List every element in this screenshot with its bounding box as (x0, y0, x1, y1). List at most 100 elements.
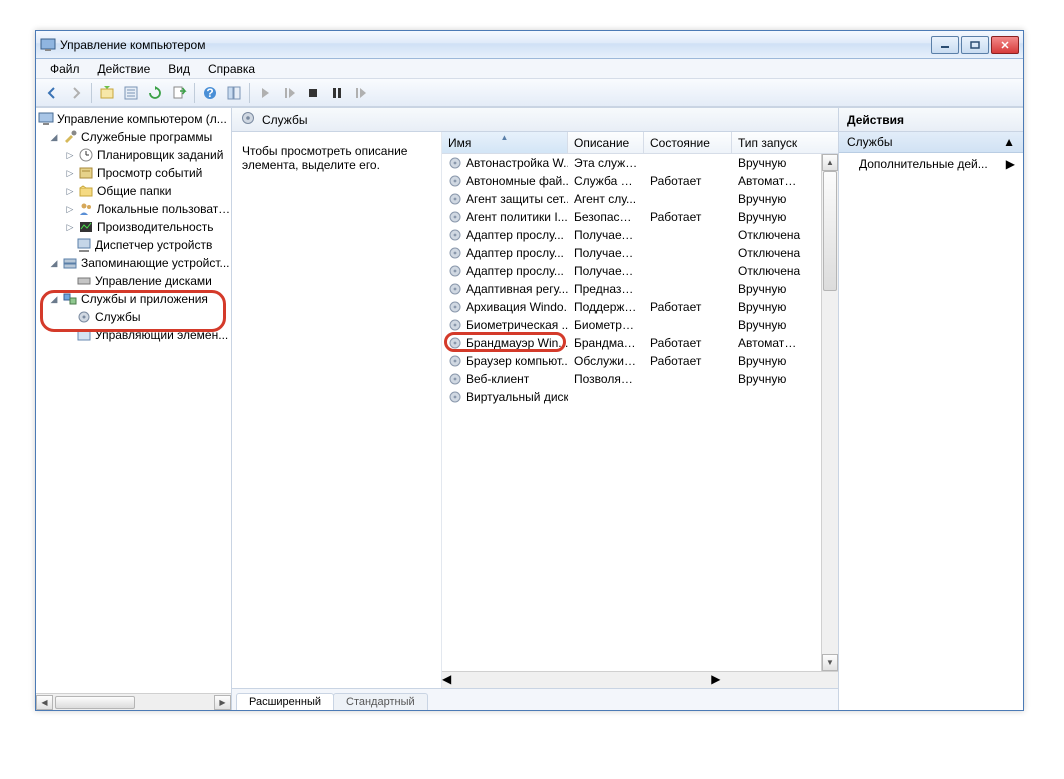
tree-storage[interactable]: ◢ Запоминающие устройст... (36, 254, 231, 272)
list-hscroll[interactable]: ◀ ▶ (442, 671, 838, 688)
menu-view[interactable]: Вид (160, 60, 198, 78)
service-row[interactable]: Автонастройка W...Эта служб...Вручную (442, 154, 838, 172)
service-name: Архивация Windo... (466, 300, 568, 314)
service-row[interactable]: Адаптер прослу...Получает ...Отключена (442, 262, 838, 280)
list-body[interactable]: Автонастройка W...Эта служб...ВручнуюАвт… (442, 154, 838, 671)
tree-disks[interactable]: Управление дисками (36, 272, 231, 290)
tree-scheduler[interactable]: ▷ Планировщик заданий (36, 146, 231, 164)
list-vscroll[interactable]: ▲ ▼ (821, 154, 838, 671)
wmi-icon (76, 327, 92, 343)
tree-shared[interactable]: ▷ Общие папки (36, 182, 231, 200)
service-state: Работает (644, 300, 732, 314)
menu-help[interactable]: Справка (200, 60, 263, 78)
tree-hscroll[interactable]: ◀ ▶ (36, 693, 231, 710)
service-row[interactable]: Агент защиты сет...Агент слу...Вручную (442, 190, 838, 208)
actions-group[interactable]: Службы ▲ (839, 132, 1023, 153)
tree-services[interactable]: Службы (36, 308, 231, 326)
tree-item-label: Диспетчер устройств (95, 238, 212, 252)
service-desc: Получает ... (568, 264, 644, 278)
pause-start-button[interactable] (277, 82, 301, 104)
show-hide-button[interactable] (222, 82, 246, 104)
description-text: Чтобы просмотреть описание элемента, выд… (242, 144, 431, 172)
service-row[interactable]: Агент политики I...Безопасно...РаботаетВ… (442, 208, 838, 226)
stop-service-button[interactable] (301, 82, 325, 104)
scroll-left-icon[interactable]: ◀ (442, 672, 451, 688)
close-button[interactable] (991, 36, 1019, 54)
app-window: Управление компьютером Файл Действие Вид… (35, 30, 1024, 711)
expand-icon[interactable]: ▷ (64, 149, 76, 161)
expand-icon[interactable]: ▷ (64, 203, 76, 215)
tree-item-label: Планировщик заданий (97, 148, 223, 162)
start-service-button[interactable] (253, 82, 277, 104)
col-desc[interactable]: Описание (568, 132, 644, 153)
collapse-icon[interactable]: ◢ (48, 257, 60, 269)
service-state: Работает (644, 174, 732, 188)
tree[interactable]: Управление компьютером (л... ◢ Служебные… (36, 108, 231, 693)
scroll-track[interactable] (53, 695, 214, 710)
tree-events[interactable]: ▷ Просмотр событий (36, 164, 231, 182)
export-button[interactable] (167, 82, 191, 104)
expand-icon[interactable]: ▷ (64, 221, 76, 233)
service-startup: Вручную (732, 372, 808, 386)
action-more[interactable]: Дополнительные дей... ▶ (839, 153, 1023, 175)
maximize-button[interactable] (961, 36, 989, 54)
scroll-thumb[interactable] (55, 696, 135, 709)
menu-action[interactable]: Действие (90, 60, 159, 78)
gear-icon (448, 390, 462, 404)
scroll-track[interactable] (451, 672, 711, 688)
service-row[interactable]: Адаптер прослу...Получает ...Отключена (442, 244, 838, 262)
back-button[interactable] (40, 82, 64, 104)
tab-standard[interactable]: Стандартный (333, 693, 428, 710)
menu-file[interactable]: Файл (42, 60, 88, 78)
col-startup[interactable]: Тип запуск (732, 132, 808, 153)
services-pane: Службы Чтобы просмотреть описание элемен… (232, 108, 839, 710)
service-row[interactable]: Виртуальный диск (442, 388, 838, 406)
service-name: Автонастройка W... (466, 156, 568, 170)
up-button[interactable] (95, 82, 119, 104)
tree-item-label: Запоминающие устройст... (81, 256, 230, 270)
service-row[interactable]: Брандмауэр Win...Брандмау...РаботаетАвто… (442, 334, 838, 352)
properties-button[interactable] (119, 82, 143, 104)
service-row[interactable]: Адаптер прослу...Получает ...Отключена (442, 226, 838, 244)
refresh-button[interactable] (143, 82, 167, 104)
gear-icon (448, 228, 462, 242)
tab-extended[interactable]: Расширенный (236, 693, 334, 710)
tree-perf[interactable]: ▷ Производительность (36, 218, 231, 236)
scroll-left-icon[interactable]: ◀ (36, 695, 53, 710)
scroll-track[interactable] (822, 171, 838, 654)
actions-header: Действия (839, 108, 1023, 132)
restart-service-button[interactable] (349, 82, 373, 104)
service-row[interactable]: Автономные фай...Служба ав...РаботаетАвт… (442, 172, 838, 190)
forward-button[interactable] (64, 82, 88, 104)
col-name[interactable]: ▲Имя (442, 132, 568, 153)
tree-devices[interactable]: Диспетчер устройств (36, 236, 231, 254)
service-row[interactable]: Веб-клиентПозволяет...Вручную (442, 370, 838, 388)
service-row[interactable]: Браузер компьют...Обслужив...РаботаетВру… (442, 352, 838, 370)
help-button[interactable]: ? (198, 82, 222, 104)
minimize-button[interactable] (931, 36, 959, 54)
pause-service-button[interactable] (325, 82, 349, 104)
collapse-icon[interactable]: ◢ (48, 131, 60, 143)
scroll-down-icon[interactable]: ▼ (822, 654, 838, 671)
tree-services-apps[interactable]: ◢ Службы и приложения (36, 290, 231, 308)
services-area: Чтобы просмотреть описание элемента, выд… (232, 132, 838, 688)
tree-wmi[interactable]: Управляющий элемен... (36, 326, 231, 344)
service-name: Агент защиты сет... (466, 192, 568, 206)
service-row[interactable]: Адаптивная регу...Предназна...Вручную (442, 280, 838, 298)
tree-utilities[interactable]: ◢ Служебные программы (36, 128, 231, 146)
expand-icon[interactable]: ▷ (64, 167, 76, 179)
scroll-thumb[interactable] (823, 171, 837, 291)
expand-icon[interactable]: ▷ (64, 185, 76, 197)
collapse-icon[interactable]: ◢ (48, 293, 60, 305)
scroll-up-icon[interactable]: ▲ (822, 154, 838, 171)
title-bar[interactable]: Управление компьютером (36, 31, 1023, 59)
col-state[interactable]: Состояние (644, 132, 732, 153)
tree-users[interactable]: ▷ Локальные пользовате... (36, 200, 231, 218)
tree-root[interactable]: Управление компьютером (л... (36, 110, 231, 128)
service-name: Адаптер прослу... (466, 264, 564, 278)
service-row[interactable]: Архивация Windo...Поддержк...РаботаетВру… (442, 298, 838, 316)
service-row[interactable]: Биометрическая ...Биометри...Вручную (442, 316, 838, 334)
scroll-right-icon[interactable]: ▶ (711, 672, 720, 688)
devices-icon (76, 237, 92, 253)
scroll-right-icon[interactable]: ▶ (214, 695, 231, 710)
